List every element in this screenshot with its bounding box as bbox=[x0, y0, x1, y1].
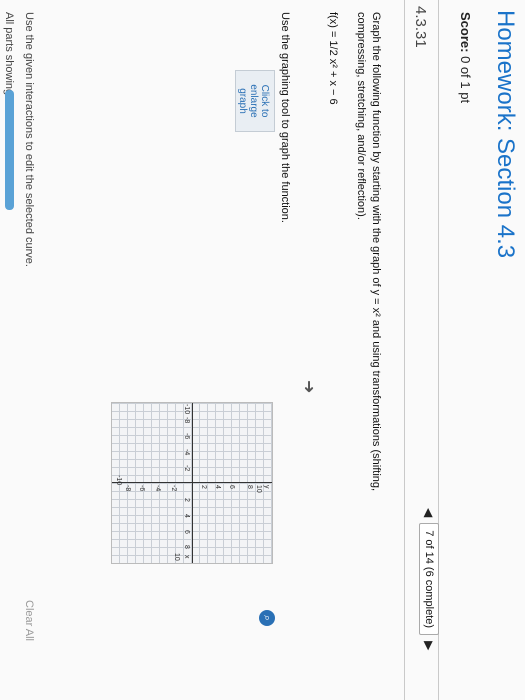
question-selector[interactable]: 7 of 14 (6 complete) bbox=[419, 523, 439, 636]
x-tick-label: 6 bbox=[183, 530, 190, 534]
y-tick-label: 2 bbox=[200, 485, 207, 489]
next-question-icon[interactable]: ▶ bbox=[422, 641, 436, 650]
y-tick-label: -2 bbox=[170, 485, 177, 492]
x-tick-label: 10 bbox=[173, 553, 180, 561]
question-prompt: Graph the following function by starting… bbox=[355, 12, 382, 492]
page-header: Homework: Section 4.3 Score: 0 of 1 pt bbox=[439, 0, 525, 700]
question-divider bbox=[404, 0, 405, 700]
mouse-cursor-icon: ➜ bbox=[300, 380, 317, 394]
y-tick-label: -4 bbox=[154, 485, 161, 492]
question-pager: ◀ 7 of 14 (6 complete) ▶ bbox=[419, 508, 439, 650]
x-tick-label: -10 bbox=[183, 404, 190, 415]
y-tick-label: 8 bbox=[246, 485, 253, 489]
magnifier-icon[interactable]: ⌕ bbox=[259, 610, 275, 626]
y-tick-label: -8 bbox=[124, 485, 131, 492]
thumbnail-label: Click to enlarge graph bbox=[237, 84, 270, 118]
y-tick-label: -10 bbox=[115, 475, 122, 486]
score-label: Score: bbox=[458, 12, 473, 53]
clear-all-button[interactable]: Clear All bbox=[23, 600, 35, 641]
y-tick-label: 6 bbox=[228, 485, 235, 489]
function-expression: f(x) = 1/2 x² + x − 6 bbox=[327, 12, 339, 105]
page-title: Homework: Section 4.3 bbox=[492, 10, 519, 259]
x-axis bbox=[192, 403, 193, 563]
y-tick-label: -6 bbox=[138, 485, 145, 492]
tool-instruction: Use the graphing tool to graph the funct… bbox=[279, 12, 291, 223]
x-tick-label: -4 bbox=[183, 449, 190, 456]
x-tick-label: 4 bbox=[183, 514, 190, 518]
question-number: 4.3.31 bbox=[412, 6, 429, 48]
y-axis-label: y bbox=[263, 485, 270, 489]
x-tick-label: 8 bbox=[183, 545, 190, 549]
graphing-area[interactable]: x y -10 -8 -6 -4 -2 2 4 6 8 10 10 8 6 4 … bbox=[111, 402, 273, 564]
graph-instruction: Use the given interactions to edit the s… bbox=[23, 12, 35, 267]
graph-thumbnail[interactable]: Click to enlarge graph bbox=[235, 70, 275, 132]
y-tick-label: 4 bbox=[214, 485, 221, 489]
y-tick-label: 10 bbox=[255, 485, 262, 493]
x-tick-label: -2 bbox=[183, 465, 190, 472]
parts-progress-bar bbox=[5, 90, 14, 210]
y-axis bbox=[112, 482, 272, 483]
score-value: 0 of 1 pt bbox=[458, 56, 473, 104]
score: Score: 0 of 1 pt bbox=[458, 12, 473, 103]
x-tick-label: 2 bbox=[183, 498, 190, 502]
homework-page: Homework: Section 4.3 Score: 0 of 1 pt 4… bbox=[0, 0, 525, 700]
parts-status: All parts showing bbox=[3, 12, 15, 96]
x-tick-label: -6 bbox=[183, 433, 190, 440]
x-tick-label: -8 bbox=[183, 417, 190, 424]
prev-question-icon[interactable]: ◀ bbox=[422, 508, 436, 517]
x-axis-label: x bbox=[183, 555, 190, 559]
parts-progress-fill bbox=[5, 90, 14, 210]
